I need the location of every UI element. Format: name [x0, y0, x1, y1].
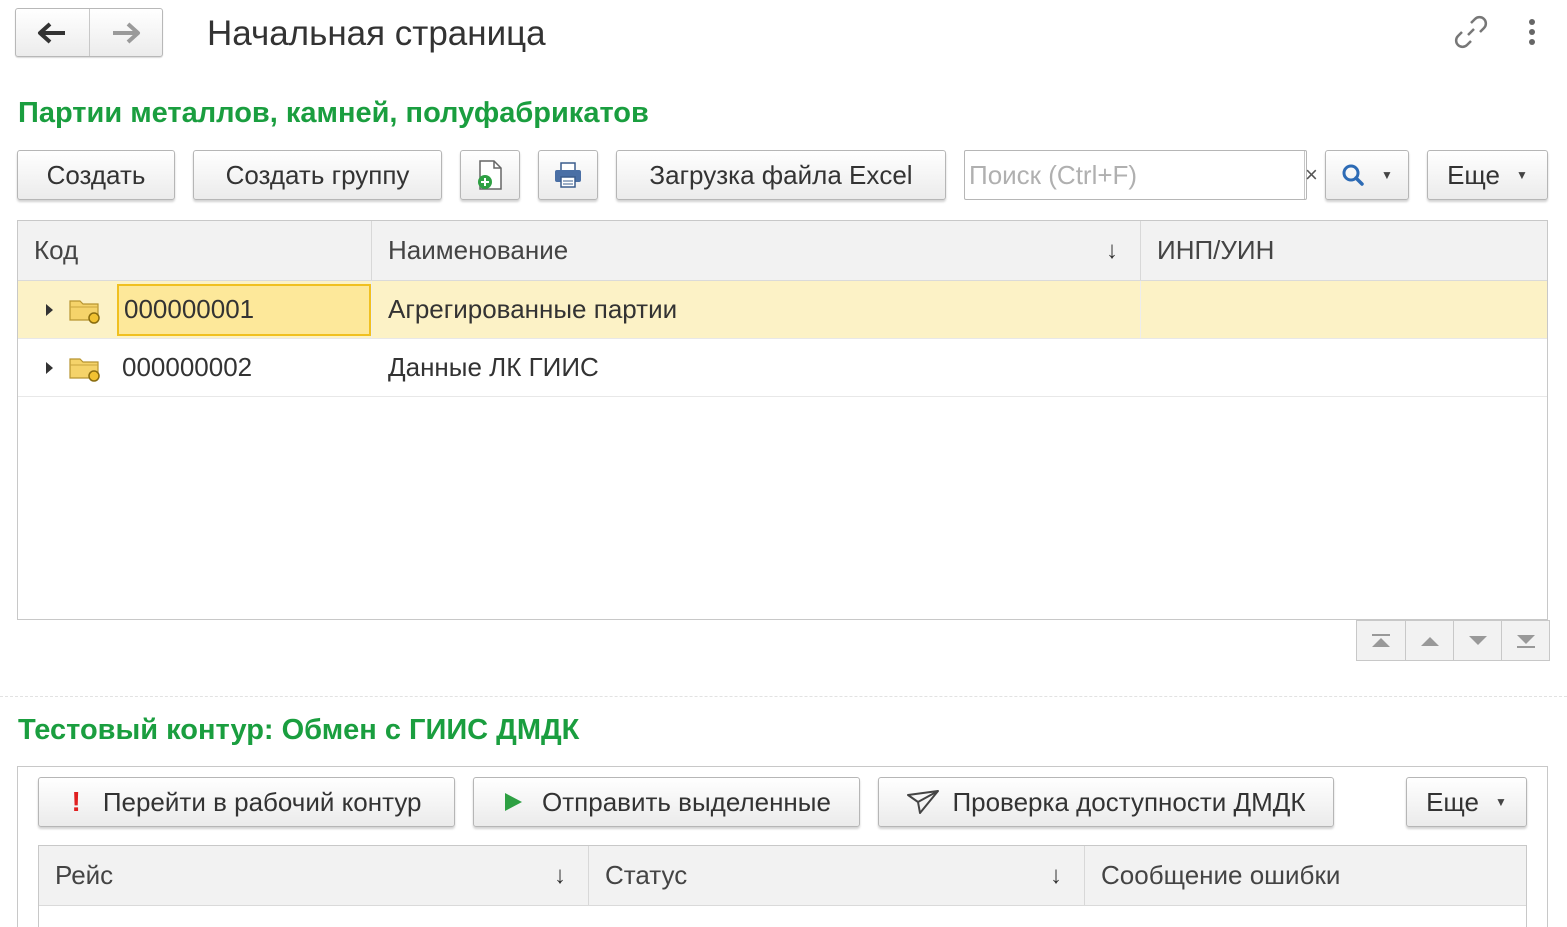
paper-plane-icon [907, 790, 940, 814]
clear-icon: × [1305, 162, 1318, 187]
send-button-label: Отправить выделенные [542, 786, 831, 817]
back-button[interactable] [16, 9, 89, 56]
column-header-error-message[interactable]: Сообщение ошибки [1084, 846, 1526, 905]
table-header: Рейс ↓ Статус ↓ Сообщение ошибки [39, 846, 1526, 906]
column-header-trip[interactable]: Рейс ↓ [39, 846, 588, 905]
search-input[interactable] [965, 151, 1304, 199]
code-value: 000000001 [124, 294, 255, 324]
more-button-1[interactable]: Еще ▼ [1427, 150, 1548, 200]
play-icon [505, 793, 523, 811]
expand-arrow-icon[interactable] [46, 303, 53, 316]
table-scroll-controls [1356, 620, 1550, 661]
navigation-buttons [15, 8, 163, 57]
search-clear-button[interactable]: × [1304, 151, 1318, 199]
excel-upload-button-label: Загрузка файла Excel [649, 159, 913, 190]
sort-arrow-icon: ↓ [1050, 861, 1062, 889]
more-button-1-label: Еще [1447, 159, 1500, 190]
more-button-2[interactable]: Еще ▼ [1406, 777, 1527, 827]
code-value-box[interactable]: 000000002 [117, 342, 371, 394]
scroll-bottom-icon [1516, 634, 1535, 648]
column-header-label: ИНП/УИН [1157, 235, 1275, 265]
page-title: Начальная страница [207, 14, 546, 53]
arrow-right-icon [112, 22, 140, 43]
inp-cell [1140, 281, 1547, 338]
link-icon [1454, 15, 1488, 49]
code-value-focused[interactable]: 000000001 [117, 283, 371, 336]
code-cell[interactable]: 000000002 [18, 339, 371, 396]
create-button[interactable]: Создать [17, 150, 175, 200]
sort-arrow-icon: ↓ [1106, 236, 1118, 264]
column-header-label: Наименование [388, 235, 569, 265]
sort-arrow-icon: ↓ [554, 861, 566, 889]
code-cell[interactable]: 000000001 [18, 281, 371, 338]
vertical-dots-icon [1529, 19, 1535, 45]
scroll-down-icon [1468, 635, 1487, 645]
section-title-batches: Партии металлов, камней, полуфабрикатов [18, 97, 649, 129]
more-button-2-label: Еще [1426, 786, 1479, 817]
column-header-code[interactable]: Код [18, 221, 371, 280]
arrow-left-icon [38, 22, 66, 43]
goto-work-contour-button[interactable]: ! Перейти в рабочий контур [38, 777, 455, 827]
print-button[interactable] [538, 150, 598, 200]
document-add-icon [478, 160, 502, 190]
scroll-top-button[interactable] [1357, 621, 1405, 660]
excel-upload-button[interactable]: Загрузка файла Excel [616, 150, 946, 200]
exchange-table: Рейс ↓ Статус ↓ Сообщение ошибки [38, 845, 1527, 927]
section-title-exchange: Тестовый контур: Обмен с ГИИС ДМДК [18, 714, 580, 746]
folder-icon [69, 299, 100, 324]
column-header-inp[interactable]: ИНП/УИН [1140, 221, 1547, 280]
code-value: 000000002 [122, 352, 253, 382]
add-document-button[interactable] [460, 150, 520, 200]
create-group-button-label: Создать группу [225, 159, 410, 190]
more-menu-button[interactable] [1518, 14, 1546, 50]
name-cell: Агрегированные партии [371, 281, 1140, 338]
column-header-label: Сообщение ошибки [1101, 860, 1341, 890]
check-button-label: Проверка доступности ДМДК [952, 786, 1306, 817]
forward-button[interactable] [88, 9, 163, 56]
inp-cell [1140, 339, 1547, 396]
scroll-down-button[interactable] [1453, 621, 1501, 660]
link-button[interactable] [1453, 14, 1489, 50]
scroll-up-icon [1420, 636, 1439, 646]
expand-arrow-icon[interactable] [46, 361, 53, 374]
chevron-down-icon: ▼ [1516, 168, 1528, 182]
table-row[interactable]: 000000002 Данные ЛК ГИИС [18, 339, 1547, 397]
scroll-top-icon [1372, 633, 1390, 647]
table-header: Код Наименование ↓ ИНП/УИН [18, 221, 1547, 281]
chevron-down-icon: ▼ [1495, 795, 1507, 809]
column-header-label: Статус [605, 860, 688, 890]
scroll-up-button[interactable] [1405, 621, 1453, 660]
table-row[interactable]: 000000001 Агрегированные партии [18, 281, 1547, 339]
column-header-label: Рейс [55, 860, 114, 890]
column-header-name[interactable]: Наименование ↓ [371, 221, 1140, 280]
magnifier-icon [1342, 164, 1364, 186]
section-divider [0, 696, 1567, 697]
create-button-label: Создать [46, 159, 146, 190]
exclamation-icon: ! [71, 786, 81, 817]
column-header-status[interactable]: Статус ↓ [588, 846, 1084, 905]
check-availability-button[interactable]: Проверка доступности ДМДК [878, 777, 1334, 827]
name-cell: Данные ЛК ГИИС [388, 352, 599, 382]
create-group-button[interactable]: Создать группу [193, 150, 442, 200]
search-box: × [964, 150, 1318, 200]
batches-table: Код Наименование ↓ ИНП/УИН 000000001 Агр… [17, 220, 1548, 620]
chevron-down-icon: ▼ [1381, 168, 1393, 182]
search-options-button[interactable]: ▼ [1325, 150, 1409, 200]
folder-icon [69, 357, 100, 382]
goto-button-label: Перейти в рабочий контур [102, 786, 422, 817]
scroll-bottom-button[interactable] [1501, 621, 1549, 660]
printer-icon [555, 162, 581, 188]
send-selected-button[interactable]: Отправить выделенные [473, 777, 860, 827]
column-header-label: Код [34, 235, 79, 265]
